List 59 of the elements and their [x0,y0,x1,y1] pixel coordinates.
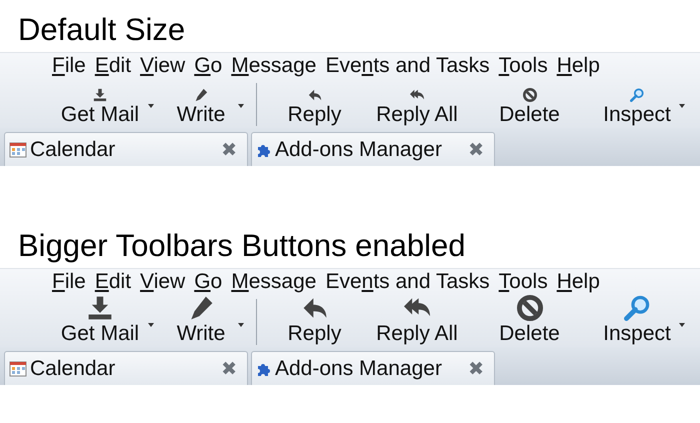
close-button[interactable]: ✖ [468,358,484,380]
caret-icon [148,104,154,108]
menu-item[interactable]: Events and Tasks [325,270,490,294]
reply-all-icon [410,88,424,102]
toolbar-button[interactable]: Write [156,79,246,128]
section-heading: Bigger Toolbars Buttons enabled [17,227,467,265]
calendar-icon [9,142,27,158]
toolbar-button[interactable]: Delete [472,295,587,347]
calendar-icon [9,360,27,376]
caret-icon [238,104,244,108]
download-icon [93,88,107,102]
menu-item[interactable]: Tools [498,270,548,294]
no-entry-icon [516,295,544,321]
tab[interactable]: Calendar ✖ [4,132,248,166]
toolbar-button[interactable]: Inspect [587,295,687,347]
menu-item[interactable]: Go [194,54,222,78]
toolbar-button[interactable]: Reply [267,295,362,347]
close-button[interactable]: ✖ [221,358,237,380]
no-entry-icon [522,88,536,102]
caret-icon [238,323,244,327]
toolbar-button[interactable]: Get Mail [44,295,156,347]
menu-item[interactable]: Edit [94,54,132,78]
tab-label: Calendar [30,356,116,380]
menu-item[interactable]: View [140,270,186,294]
reply-icon [308,88,322,102]
menu-item[interactable]: File [52,54,86,78]
menu-item[interactable]: Help [556,54,600,78]
tab-label: Add-ons Manager [275,138,443,162]
menu-item[interactable]: Help [556,270,600,294]
toolbar-button[interactable]: Inspect [587,79,687,128]
menu-item[interactable]: Tools [498,54,548,78]
toolbar-button[interactable]: Reply [267,79,362,128]
menu-item[interactable]: Edit [94,270,132,294]
tab-label: Calendar [30,138,116,162]
download-icon [86,295,114,321]
pencil-icon [194,88,208,102]
section-heading: Default Size [17,11,186,49]
caret-icon [148,323,154,327]
caret-icon [679,104,685,108]
toolbar-button[interactable]: Write [156,295,246,347]
menu-item[interactable]: Message [231,270,316,294]
tab[interactable]: Add-ons Manager ✖ [251,132,495,166]
caret-icon [679,323,685,327]
toolbar-button[interactable]: Get Mail [44,79,156,128]
toolbar-button[interactable]: Delete [472,79,587,128]
tab-label: Add-ons Manager [275,356,443,380]
close-button[interactable]: ✖ [221,138,237,160]
menu-item[interactable]: Message [231,54,316,78]
toolbar-button[interactable]: Reply All [362,79,472,128]
tab[interactable]: Calendar ✖ [4,351,248,385]
menu-item[interactable]: Events and Tasks [325,54,490,78]
magnifier-icon [630,88,644,102]
toolbar-button[interactable]: Reply All [362,295,472,347]
magnifier-icon [623,295,651,321]
menu-item[interactable]: View [140,54,186,78]
close-button[interactable]: ✖ [468,138,484,160]
menu-item[interactable]: File [52,270,86,294]
tab[interactable]: Add-ons Manager ✖ [251,351,495,385]
menu-item[interactable]: Go [194,270,222,294]
